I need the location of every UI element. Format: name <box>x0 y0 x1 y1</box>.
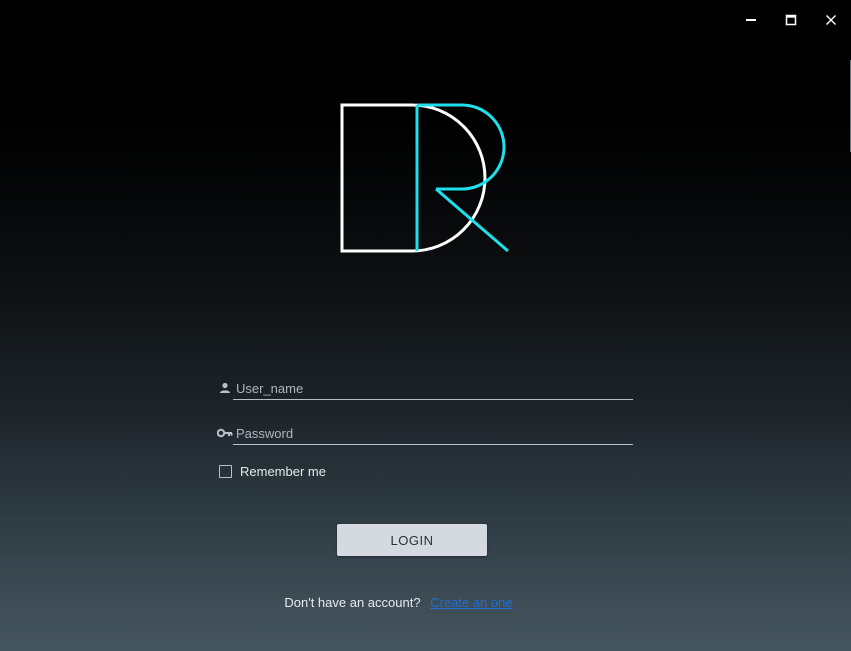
username-field-row <box>217 372 634 401</box>
minimize-button[interactable] <box>731 0 771 40</box>
dr-logo <box>340 103 509 253</box>
key-icon <box>217 426 233 440</box>
close-button[interactable] <box>811 0 851 40</box>
remember-me-label[interactable]: Remember me <box>240 464 326 479</box>
user-icon <box>217 381 233 395</box>
password-input[interactable] <box>233 423 633 445</box>
password-field-row <box>217 417 634 446</box>
login-window: Remember me LOGIN Don't have an account?… <box>0 0 851 651</box>
create-account-link[interactable]: Create an one <box>430 595 512 610</box>
signup-prompt: Don't have an account? <box>284 595 421 610</box>
maximize-button[interactable] <box>771 0 811 40</box>
remember-me-checkbox[interactable] <box>219 464 232 478</box>
title-bar <box>731 0 851 40</box>
remember-me-row: Remember me <box>217 460 634 482</box>
username-input[interactable] <box>233 378 633 400</box>
login-button[interactable]: LOGIN <box>337 524 487 556</box>
signup-row: Don't have an account? Create an one <box>0 595 797 610</box>
maximize-icon <box>785 14 797 26</box>
login-button-label: LOGIN <box>390 532 434 548</box>
close-icon <box>826 15 836 25</box>
logo-letter-d <box>340 103 487 253</box>
minimize-icon <box>746 19 756 21</box>
login-form: Remember me <box>217 372 634 482</box>
